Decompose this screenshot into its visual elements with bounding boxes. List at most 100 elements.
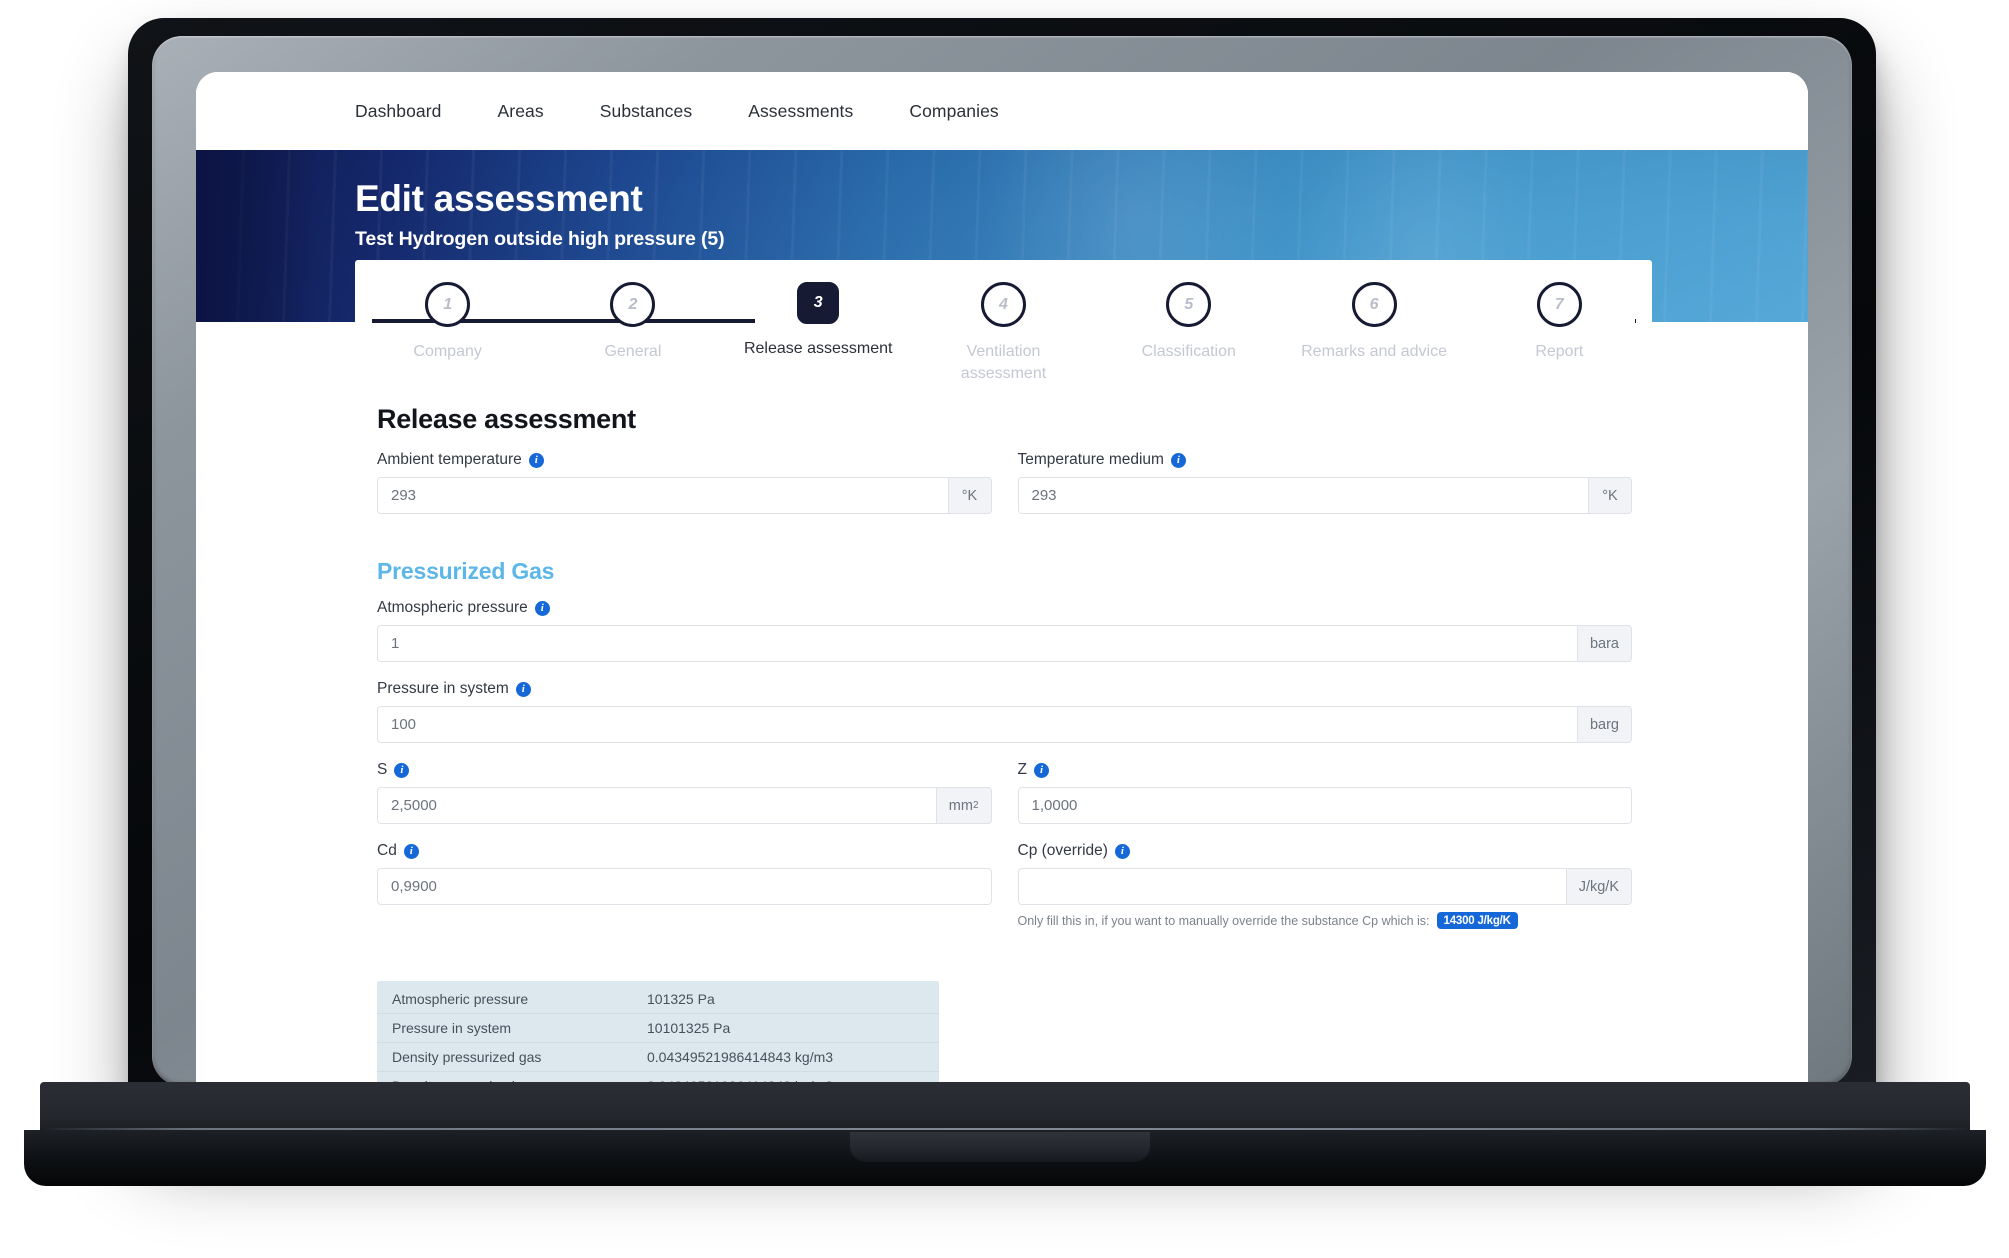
cd-field: Cd i	[377, 842, 992, 905]
s-unit-exponent: 2	[972, 800, 979, 811]
pressure-in-system-unit: barg	[1576, 706, 1632, 743]
nav-item-assessments[interactable]: Assessments	[720, 101, 881, 122]
nav-item-dashboard[interactable]: Dashboard	[355, 101, 470, 122]
info-icon[interactable]: i	[403, 843, 419, 859]
stepper-label-release-assessment: Release assessment	[743, 340, 893, 357]
temperature-medium-unit: °K	[1588, 477, 1632, 514]
result-value: 101325 Pa	[647, 991, 715, 1007]
stepper-dot-4: 4	[980, 282, 1026, 327]
z-input-group	[1017, 787, 1632, 824]
table-row: Density pressurized gas 0.04349521986414…	[377, 1043, 939, 1072]
info-icon[interactable]: i	[515, 681, 531, 697]
info-icon[interactable]: i	[534, 600, 550, 616]
stepper-step-ventilation-assessment[interactable]: 4 Ventilation assessment	[911, 282, 1096, 384]
top-navigation-items: Dashboard Areas Substances Assessments C…	[355, 101, 1027, 122]
stepper-step-report[interactable]: 7 Report	[1467, 282, 1652, 384]
info-icon[interactable]: i	[528, 452, 544, 468]
ambient-temperature-field: Ambient temperature i °K	[377, 451, 992, 514]
stepper-dot-3: 3	[797, 282, 840, 324]
temperature-row: Ambient temperature i °K	[377, 451, 1632, 532]
cp-override-helper: Only fill this in, if you want to manual…	[1018, 912, 1633, 929]
pressure-in-system-field: Pressure in system i barg	[377, 680, 1632, 743]
info-icon[interactable]: i	[1114, 843, 1130, 859]
page-subtitle: Test Hydrogen outside high pressure (5)	[355, 228, 725, 251]
stepper-step-company[interactable]: 1 Company	[355, 282, 540, 384]
stepper-label-company: Company	[413, 343, 482, 360]
stepper-dot-5: 5	[1166, 282, 1212, 327]
cd-label-wrap: Cd i	[377, 842, 992, 860]
stepper-step-release-assessment[interactable]: 3 Release assessment	[726, 282, 911, 384]
z-input[interactable]	[1017, 787, 1632, 824]
cp-override-label-wrap: Cp (override) i	[1018, 842, 1633, 860]
temperature-medium-label-wrap: Temperature medium i	[1018, 451, 1633, 469]
cp-override-input[interactable]	[1017, 868, 1566, 905]
ambient-temperature-input[interactable]	[377, 477, 948, 514]
s-input[interactable]	[377, 787, 936, 824]
atmospheric-pressure-field: Atmospheric pressure i bara	[377, 599, 1632, 662]
top-navigation: Dashboard Areas Substances Assessments C…	[196, 72, 1808, 150]
stepper-step-classification[interactable]: 5 Classification	[1096, 282, 1281, 384]
s-label-wrap: S i	[377, 761, 992, 779]
info-icon[interactable]: i	[1033, 762, 1049, 778]
cd-label: Cd	[377, 842, 397, 859]
cp-override-helper-text: Only fill this in, if you want to manual…	[1017, 913, 1430, 928]
stepper-step-general[interactable]: 2 General	[540, 282, 725, 384]
form-section-title: Release assessment	[377, 404, 636, 434]
s-input-group: mm2	[377, 787, 992, 824]
ambient-temperature-input-group: °K	[377, 477, 992, 514]
ambient-temperature-unit: °K	[947, 477, 992, 514]
cp-substance-value-badge: 14300 J/kg/K	[1436, 912, 1518, 929]
cd-field-col: Cd i	[377, 842, 992, 947]
temperature-medium-field: Temperature medium i °K	[1017, 451, 1633, 514]
hero-gradient-overlay	[196, 150, 316, 322]
pressure-in-system-label: Pressure in system	[377, 680, 509, 697]
temperature-medium-label: Temperature medium	[1017, 451, 1164, 468]
form-card: 1 Company 2 General 3 Release assessment	[355, 260, 1652, 1094]
page-title: Edit assessment	[355, 178, 643, 219]
table-row: Atmospheric pressure 101325 Pa	[377, 985, 939, 1014]
pressurized-gas-section-title: Pressurized Gas	[377, 558, 555, 584]
z-field: Z i	[1017, 761, 1633, 824]
screenshot-stage: Dashboard Areas Substances Assessments C…	[0, 0, 2009, 1258]
release-assessment-form: Release assessment Ambient temperature i	[355, 400, 1652, 1094]
info-icon[interactable]: i	[1170, 452, 1186, 468]
cp-override-field: Cp (override) i J/kg/K Only fill this in…	[1017, 842, 1633, 929]
cd-input[interactable]	[377, 868, 992, 905]
nav-item-companies[interactable]: Companies	[881, 101, 1026, 122]
cp-override-field-col: Cp (override) i J/kg/K Only fill this in…	[1017, 842, 1633, 947]
ambient-temperature-label-wrap: Ambient temperature i	[377, 451, 992, 469]
stepper-dot-7: 7	[1536, 282, 1582, 327]
result-value: 10101325 Pa	[647, 1020, 731, 1036]
stepper-step-remarks-and-advice[interactable]: 6 Remarks and advice	[1281, 282, 1466, 384]
pressure-in-system-input-group: barg	[377, 706, 1632, 743]
hero-text-block: Edit assessment Test Hydrogen outside hi…	[355, 178, 725, 251]
result-value: 0.04349521986414843 kg/m3	[647, 1049, 834, 1065]
wizard-stepper: 1 Company 2 General 3 Release assessment	[355, 282, 1652, 400]
ambient-temperature-field-col: Ambient temperature i °K	[377, 451, 992, 532]
atmospheric-pressure-label-wrap: Atmospheric pressure i	[377, 599, 1632, 617]
laptop-screen: Dashboard Areas Substances Assessments C…	[196, 72, 1808, 1094]
temperature-medium-input[interactable]	[1017, 477, 1588, 514]
nav-item-substances[interactable]: Substances	[572, 101, 720, 122]
atmospheric-pressure-unit: bara	[1576, 625, 1632, 662]
nav-item-areas[interactable]: Areas	[470, 101, 572, 122]
table-row: Pressure in system 10101325 Pa	[377, 1014, 939, 1043]
pressure-in-system-input[interactable]	[377, 706, 1577, 743]
atmospheric-pressure-input-group: bara	[377, 625, 1632, 662]
result-key: Atmospheric pressure	[392, 991, 529, 1007]
s-label: S	[377, 761, 388, 778]
result-key: Density pressurized gas	[392, 1049, 542, 1065]
s-field-col: S i mm2	[377, 761, 992, 842]
app-root: Dashboard Areas Substances Assessments C…	[196, 72, 1808, 1094]
atmospheric-pressure-input[interactable]	[377, 625, 1577, 662]
s-z-row: S i mm2	[377, 761, 1632, 842]
atmospheric-pressure-label: Atmospheric pressure	[377, 599, 528, 616]
cp-override-input-group: J/kg/K	[1017, 868, 1632, 905]
stepper-label-remarks-and-advice: Remarks and advice	[1301, 343, 1447, 360]
info-icon[interactable]: i	[394, 762, 410, 778]
cd-cp-row: Cd i 0,9900 Cp (override) i J/kg/K Only …	[377, 842, 1632, 947]
stepper-dot-1: 1	[425, 282, 471, 327]
stepper-dot-6: 6	[1351, 282, 1397, 327]
stepper-dot-2: 2	[610, 282, 656, 327]
z-label-wrap: Z i	[1018, 761, 1633, 779]
